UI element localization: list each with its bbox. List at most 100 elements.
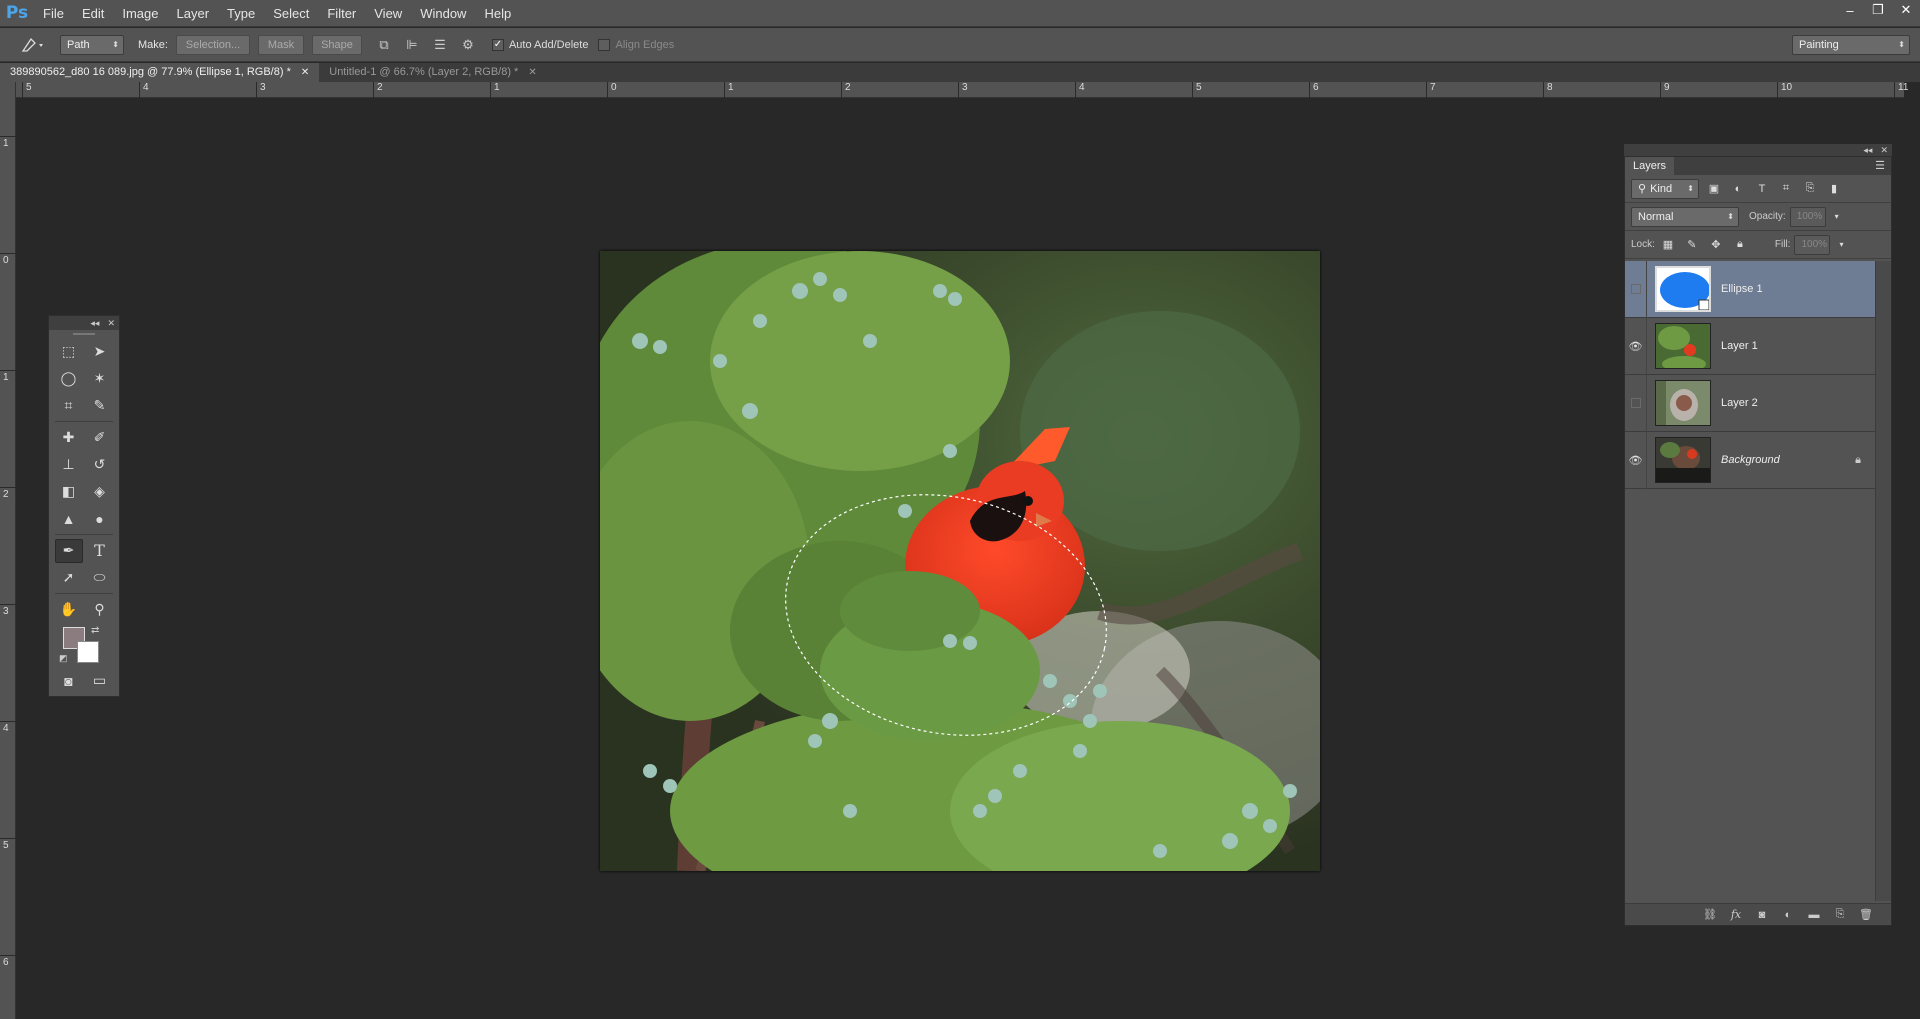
panel-grip[interactable] xyxy=(49,330,119,338)
filter-adjustment-icon[interactable]: ◐ xyxy=(1729,180,1747,198)
lock-all-icon[interactable]: 🔒︎ xyxy=(1731,236,1749,254)
visibility-toggle[interactable] xyxy=(1625,374,1647,432)
restore-button[interactable]: ❐ xyxy=(1864,0,1892,20)
type-tool-icon[interactable]: T xyxy=(86,539,114,563)
blend-mode-select[interactable]: Normal ⬍ xyxy=(1631,206,1739,227)
close-tab-icon[interactable]: ✕ xyxy=(301,63,309,82)
pen-tool-icon[interactable]: ✒ xyxy=(54,538,83,563)
workspace-select[interactable]: Painting ⬍ xyxy=(1792,34,1910,55)
align-edges-option[interactable]: Align Edges xyxy=(598,38,674,51)
collapse-panel-icon[interactable]: ◂◂ xyxy=(90,318,99,329)
chevron-down-icon[interactable]: ▾ xyxy=(1828,208,1846,226)
close-panel-icon[interactable]: ✕ xyxy=(107,318,115,329)
lock-pixels-icon[interactable]: ✎ xyxy=(1683,236,1701,254)
tab-layers[interactable]: Layers xyxy=(1625,157,1675,175)
path-arrangement-icon[interactable]: ☰ xyxy=(428,34,452,56)
lock-transparent-icon[interactable]: ▦ xyxy=(1659,236,1677,254)
align-edges-checkbox[interactable] xyxy=(598,38,611,51)
trash-icon[interactable]: 🗑︎ xyxy=(1857,908,1875,921)
swap-colors-icon[interactable]: ⇄ xyxy=(91,625,99,636)
history-brush-tool-icon[interactable]: ↺ xyxy=(86,453,114,477)
clone-stamp-tool-icon[interactable]: ⊥ xyxy=(55,453,83,477)
document-canvas[interactable] xyxy=(600,251,1320,871)
fill-input[interactable]: 100% xyxy=(1794,234,1831,255)
eraser-tool-icon[interactable]: ◧ xyxy=(55,480,83,504)
document-tab-untitled[interactable]: Untitled-1 @ 66.7% (Layer 2, RGB/8) * ✕ xyxy=(319,63,546,82)
path-alignment-icon[interactable]: ⊫ xyxy=(400,34,424,56)
layer-row-layer-2[interactable]: Layer 2 xyxy=(1625,374,1875,432)
chevron-down-icon[interactable]: ▾ xyxy=(1832,236,1850,254)
close-button[interactable]: ✕ xyxy=(1892,0,1920,20)
layer-row-layer-1[interactable]: 👁︎ Layer 1 xyxy=(1625,317,1875,375)
marquee-tool-icon[interactable]: ⬚ xyxy=(55,340,83,364)
new-group-icon[interactable]: ▬ xyxy=(1805,909,1823,921)
close-tab-icon[interactable]: ✕ xyxy=(528,63,536,82)
menu-file[interactable]: File xyxy=(34,0,73,27)
filter-type-icon[interactable]: T xyxy=(1753,180,1771,198)
pick-tool-mode-select[interactable]: Path ⬍ xyxy=(60,34,124,55)
zoom-tool-icon[interactable]: ⚲ xyxy=(86,598,114,622)
eye-icon[interactable]: 👁︎ xyxy=(1625,431,1647,489)
menu-help[interactable]: Help xyxy=(475,0,520,27)
horizontal-ruler[interactable]: 5 4 3 2 1 0 1 2 3 4 5 6 7 8 9 10 11 xyxy=(16,82,1908,98)
make-shape-button[interactable]: Shape xyxy=(311,34,362,55)
menu-edit[interactable]: Edit xyxy=(73,0,113,27)
minimize-button[interactable]: – xyxy=(1836,0,1864,20)
menu-image[interactable]: Image xyxy=(113,0,167,27)
tools-panel-header[interactable]: ◂◂ ✕ xyxy=(49,316,119,330)
menu-select[interactable]: Select xyxy=(264,0,318,27)
new-layer-icon[interactable]: ⎘ xyxy=(1831,908,1849,921)
crop-tool-icon[interactable]: ⌗ xyxy=(55,394,83,418)
visibility-toggle[interactable] xyxy=(1625,260,1647,318)
layers-scrollbar[interactable] xyxy=(1875,261,1891,901)
layer-row-background[interactable]: 👁︎ Background 🔒︎ xyxy=(1625,431,1875,489)
link-layers-icon[interactable]: ⛓ xyxy=(1701,908,1719,921)
filter-pixel-icon[interactable]: ▣ xyxy=(1705,180,1723,198)
document-tab-active[interactable]: 389890562_d80 16 089.jpg @ 77.9% (Ellips… xyxy=(0,63,320,82)
menu-type[interactable]: Type xyxy=(218,0,264,27)
path-selection-tool-icon[interactable]: ➚ xyxy=(55,566,83,590)
menu-view[interactable]: View xyxy=(365,0,411,27)
dodge-tool-icon[interactable]: ● xyxy=(86,507,114,531)
eye-icon[interactable]: 👁︎ xyxy=(1625,317,1647,375)
opacity-input[interactable]: 100% xyxy=(1789,206,1826,227)
move-tool-icon[interactable]: ➤ xyxy=(86,340,114,364)
vertical-ruler[interactable]: 1 0 1 2 3 4 5 6 xyxy=(0,82,16,1019)
blur-tool-icon[interactable]: ▲ xyxy=(55,507,83,531)
ellipse-tool-icon[interactable]: ⬭ xyxy=(86,566,114,590)
pen-tool-preset-picker[interactable] xyxy=(12,31,52,59)
lasso-tool-icon[interactable]: ◯ xyxy=(55,367,83,391)
menu-layer[interactable]: Layer xyxy=(168,0,219,27)
filter-shape-icon[interactable]: ⌗ xyxy=(1777,180,1795,198)
hand-tool-icon[interactable]: ✋ xyxy=(55,598,83,622)
path-operations-icon[interactable]: ⧉ xyxy=(372,34,396,56)
brush-tool-icon[interactable]: ✐ xyxy=(86,426,114,450)
default-colors-icon[interactable]: ◩ xyxy=(59,653,68,664)
layer-row-ellipse-1[interactable]: Ellipse 1 xyxy=(1625,260,1875,318)
gear-icon[interactable]: ⚙ xyxy=(456,34,480,56)
quick-mask-icon[interactable]: ◙ xyxy=(55,669,83,693)
make-mask-button[interactable]: Mask xyxy=(257,34,304,55)
layers-panel-dock-header[interactable]: ◂◂ ✕ xyxy=(1624,144,1892,156)
background-color-swatch[interactable] xyxy=(77,641,99,663)
panel-menu-icon[interactable]: ☰ xyxy=(1875,159,1885,172)
lock-position-icon[interactable]: ✥ xyxy=(1707,236,1725,254)
close-panel-icon[interactable]: ✕ xyxy=(1880,145,1888,156)
healing-brush-tool-icon[interactable]: ✚ xyxy=(55,426,83,450)
filter-kind-select[interactable]: ⚲ Kind ⬍ xyxy=(1631,178,1699,199)
menu-window[interactable]: Window xyxy=(411,0,475,27)
new-adjustment-layer-icon[interactable]: ◐ xyxy=(1779,909,1797,921)
menu-filter[interactable]: Filter xyxy=(318,0,365,27)
screen-mode-icon[interactable]: ▭ xyxy=(86,669,114,693)
add-mask-icon[interactable]: ◙ xyxy=(1753,909,1771,921)
make-selection-button[interactable]: Selection... xyxy=(175,34,250,55)
auto-add-delete-option[interactable]: ✓ Auto Add/Delete xyxy=(491,38,588,51)
collapse-panel-icon[interactable]: ◂◂ xyxy=(1863,145,1872,156)
eyedropper-tool-icon[interactable]: ✎ xyxy=(86,394,114,418)
filter-smart-object-icon[interactable]: ⎘ xyxy=(1801,180,1819,198)
paint-bucket-tool-icon[interactable]: ◈ xyxy=(86,480,114,504)
magic-wand-tool-icon[interactable]: ✶ xyxy=(86,367,114,391)
auto-add-delete-checkbox[interactable]: ✓ xyxy=(491,38,504,51)
filter-toggle-icon[interactable]: ▮ xyxy=(1825,180,1843,198)
layer-style-icon[interactable]: fx xyxy=(1727,908,1745,921)
